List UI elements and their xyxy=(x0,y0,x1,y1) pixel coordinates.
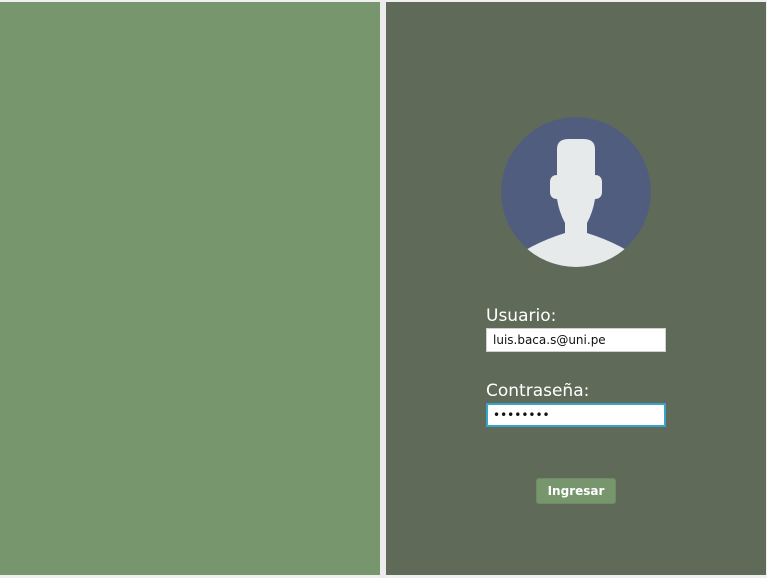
user-silhouette-icon xyxy=(501,117,651,267)
left-panel xyxy=(0,2,380,575)
login-button[interactable]: Ingresar xyxy=(536,478,616,504)
username-label: Usuario: xyxy=(486,306,557,326)
login-window: Usuario: Contraseña: Ingresar xyxy=(0,0,767,578)
password-input[interactable] xyxy=(486,403,666,427)
login-panel: Usuario: Contraseña: Ingresar xyxy=(386,2,766,575)
username-input[interactable] xyxy=(486,328,666,352)
password-label: Contraseña: xyxy=(486,381,590,401)
